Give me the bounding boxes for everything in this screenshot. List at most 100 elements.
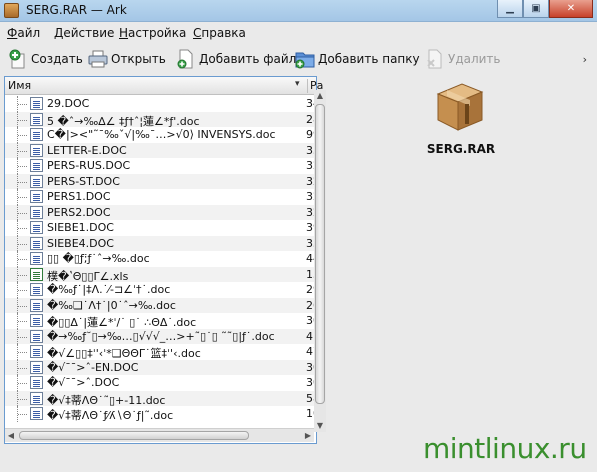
tree-branch-line: [17, 111, 27, 127]
file-name: �‰❑˙Λ†˙|0˙ˆ→‰.doc: [47, 298, 176, 312]
tree-branch-line: [17, 375, 27, 391]
tree-branch-line: [17, 282, 27, 298]
scroll-down-icon[interactable]: ▼: [314, 420, 326, 432]
document-file-icon: [30, 314, 43, 327]
document-file-icon: [30, 112, 43, 126]
document-file-icon: [30, 143, 43, 157]
document-file-icon: [30, 360, 43, 374]
add-folder-button[interactable]: Добавить папку: [295, 48, 420, 70]
window-controls: ▁ ▣ ✕: [497, 0, 593, 18]
file-row[interactable]: PERS-RUS.DOC32: [5, 158, 316, 174]
tree-branch-line: [17, 359, 27, 375]
tree-branch-line: [17, 220, 27, 236]
minimize-icon[interactable]: ▁: [497, 0, 523, 18]
menu-file-label: айл: [17, 26, 41, 40]
delete-icon: [425, 49, 445, 69]
file-name: SIEBE4.DOC: [47, 236, 114, 250]
menu-action[interactable]: Действие: [54, 26, 114, 40]
menu-help[interactable]: Справка: [193, 26, 246, 40]
open-printer-icon: [88, 49, 108, 69]
tree-branch-line: [17, 235, 27, 251]
toolbar: Создать Открыть Добавить файл Добавить п…: [0, 44, 597, 74]
restore-icon[interactable]: ▣: [523, 0, 549, 18]
archive-box-icon: [432, 78, 488, 134]
scroll-left-icon[interactable]: ◀: [5, 429, 17, 442]
file-row[interactable]: LETTER-E.DOC33: [5, 142, 316, 158]
add-file-button[interactable]: Добавить файл: [176, 48, 296, 70]
tree-branch-line: [17, 173, 27, 189]
menu-help-label: правка: [201, 26, 246, 40]
add-file-label: Добавить файл: [199, 52, 297, 66]
document-file-icon: [30, 159, 43, 172]
add-folder-icon: [295, 49, 315, 69]
add-file-icon: [176, 49, 196, 69]
file-row[interactable]: PERS1.DOC32: [5, 189, 316, 205]
file-row[interactable]: �‰❑˙Λ†˙|0˙ˆ→‰.doc26: [5, 297, 316, 313]
file-list: 29.DOC345 �ˆ→‰∆∠ ‡ƒ†ˆ¦蓮∠*ƒ'.doc28C�|><"˜…: [5, 96, 316, 429]
file-name: PERS-ST.DOC: [47, 174, 120, 188]
file-row[interactable]: �√‡蒂ΛΘ˙ƒ⁄ʎ∖Θ˙ƒ|˜.doc10: [5, 406, 316, 422]
file-row[interactable]: �→‰ƒ˘▯→‰…▯√√√_…>+˜▯˙▯ ˜˜▯|ƒ˙.doc41: [5, 328, 316, 344]
menu-action-accel: Д: [54, 26, 64, 40]
file-name: �→‰ƒ˘▯→‰…▯√√√_…>+˜▯˙▯ ˜˜▯|ƒ˙.doc: [47, 329, 275, 343]
file-row[interactable]: �√∠▯▯‡ˈ'‹ˈ*❑ΘΘΓ˙篮‡ˈ'‹.doc47: [5, 344, 316, 360]
file-name: �√¯¯>ˆ-EN.DOC: [47, 360, 139, 374]
create-label: Создать: [31, 52, 83, 66]
scroll-up-icon[interactable]: ▲: [314, 90, 326, 102]
file-name: �‰ƒ˙|‡Λ.˙⁄-⊐∠ˈ†˙.doc: [47, 283, 171, 296]
menu-settings[interactable]: Настройка: [119, 26, 186, 40]
file-row[interactable]: SIEBE1.DOC39: [5, 220, 316, 236]
tree-branch-line: [17, 390, 27, 406]
vertical-scrollbar[interactable]: ▲ ▼: [314, 90, 326, 432]
file-name: �√‡蒂ΛΘ˙ƒ⁄ʎ∖Θ˙ƒ|˜.doc: [47, 409, 174, 422]
tree-branch-line: [17, 127, 27, 143]
tree-branch-line: [17, 251, 27, 267]
file-name: SIEBE1.DOC: [47, 221, 114, 234]
sort-chevron-down-icon[interactable]: ▾: [295, 79, 300, 89]
column-name-header[interactable]: Имя: [8, 79, 31, 92]
file-row[interactable]: �‰ƒ˙|‡Λ.˙⁄-⊐∠ˈ†˙.doc29: [5, 282, 316, 298]
menu-file-accel: Ф: [7, 26, 18, 40]
file-row[interactable]: PERS-ST.DOC32: [5, 173, 316, 189]
file-row[interactable]: �▯▯Δ˙|蓮∠*ˈ/˙ ▯˙ ∴ΘΔ˙.doc30: [5, 313, 316, 329]
horizontal-scroll-thumb[interactable]: [19, 431, 249, 440]
menu-action-label: ействие: [63, 26, 115, 40]
tree-branch-line: [17, 266, 27, 282]
document-file-icon: [30, 97, 43, 110]
tree-branch-line: [17, 344, 27, 360]
file-row[interactable]: 29.DOC34: [5, 96, 316, 112]
toolbar-more-chevron-icon[interactable]: ›: [583, 53, 587, 66]
tree-branch-line: [17, 204, 27, 220]
close-icon[interactable]: ✕: [549, 0, 593, 18]
file-row[interactable]: ▯▯ �▯ƒ;̈ƒ˙ˆ→‰.doc44: [5, 251, 316, 267]
file-list-header: Имя ▾ Ра: [5, 77, 323, 95]
file-name: PERS2.DOC: [47, 205, 111, 219]
file-row[interactable]: �√¯¯>ˆ-EN.DOC30: [5, 359, 316, 375]
menu-bar: Файл Действие Настройка Справка: [0, 22, 597, 44]
file-name: LETTER-E.DOC: [47, 143, 127, 157]
document-file-icon: [30, 345, 43, 358]
document-file-icon: [30, 221, 43, 234]
tree-branch-line: [17, 313, 27, 329]
file-name: C�|><"˜¯‰ˇ√|‰¯…>√0⟩ INVENSYS.doc: [47, 128, 276, 141]
file-row[interactable]: PERS2.DOC32: [5, 204, 316, 220]
create-button[interactable]: Создать: [8, 48, 83, 70]
file-list-panel: Имя ▾ Ра 29.DOC345 �ˆ→‰∆∠ ‡ƒ†ˆ¦蓮∠*ƒ'.doc…: [4, 76, 323, 444]
file-row[interactable]: 5 �ˆ→‰∆∠ ‡ƒ†ˆ¦蓮∠*ƒ'.doc28: [5, 111, 316, 128]
file-row[interactable]: SIEBE4.DOC35: [5, 235, 316, 251]
file-name: ▯▯ �▯ƒ;̈ƒ˙ˆ→‰.doc: [47, 252, 150, 265]
file-row[interactable]: �√‡蒂ΛΘ˙˜▯+-11.doc58: [5, 390, 316, 407]
vertical-scroll-thumb[interactable]: [315, 104, 325, 404]
scroll-right-icon[interactable]: ▶: [302, 429, 314, 442]
delete-button[interactable]: Удалить: [425, 48, 501, 70]
document-file-icon: [30, 174, 43, 188]
document-file-icon: [30, 283, 43, 296]
file-row[interactable]: �√¯¯>ˆ.DOC30: [5, 375, 316, 391]
open-button[interactable]: Открыть: [88, 48, 166, 70]
file-row[interactable]: 樸�ʽΘ▯▯Γ∠.xls13: [5, 266, 316, 283]
horizontal-scrollbar[interactable]: ◀ ▶: [5, 428, 314, 442]
spreadsheet-file-icon: [30, 267, 43, 281]
title-bar: SERG.RAR — Ark ▁ ▣ ✕: [0, 0, 597, 22]
file-row[interactable]: C�|><"˜¯‰ˇ√|‰¯…>√0⟩ INVENSYS.doc99: [5, 127, 316, 143]
menu-file[interactable]: Файл: [7, 26, 40, 40]
